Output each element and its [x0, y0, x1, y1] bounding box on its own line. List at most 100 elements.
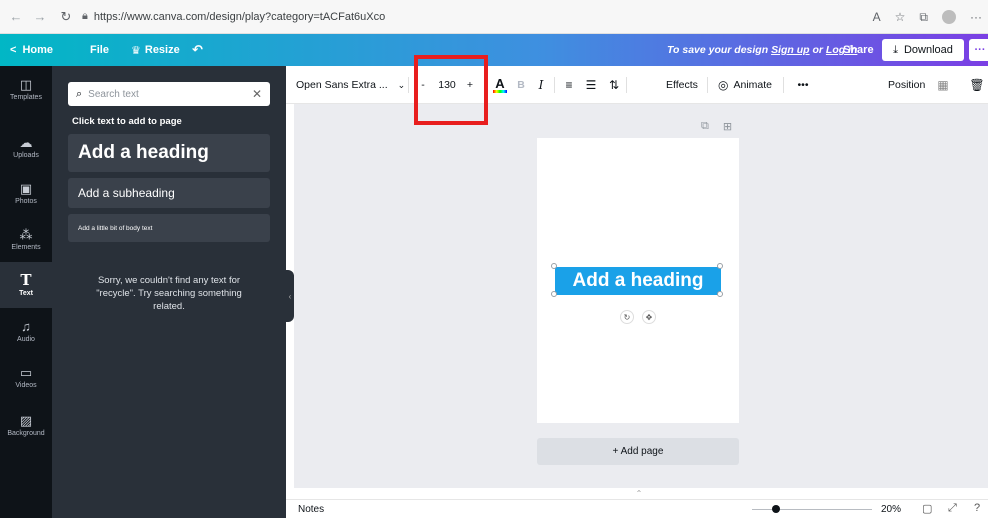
click-text-hint: Click text to add to page — [72, 116, 182, 127]
add-subheading-option[interactable]: Add a subheading — [68, 178, 270, 208]
rail-item-uploads[interactable]: ☁ Uploads — [0, 124, 52, 170]
text-icon: T — [20, 270, 32, 289]
align-center-icon[interactable]: ≡ — [562, 66, 576, 104]
side-navigation-rail: ◫ Templates ☁ Uploads ▣ Photos ⁂ Element… — [0, 66, 52, 518]
resize-button[interactable]: ♛ Resize — [131, 34, 180, 66]
add-body-text-option[interactable]: Add a little bit of body text — [68, 214, 270, 242]
resize-handle-tl[interactable] — [551, 263, 557, 269]
collections-icon[interactable]: ⧉ — [919, 10, 928, 25]
signup-link[interactable]: Sign up — [771, 44, 810, 56]
rail-item-background[interactable]: ▨ Background — [0, 402, 52, 448]
move-icon[interactable]: ✥ — [642, 310, 656, 324]
read-aloud-icon[interactable]: A — [873, 10, 881, 24]
url-text: https://www.canva.com/design/play?catego… — [93, 10, 386, 23]
rail-item-audio[interactable]: ♫ Audio — [0, 308, 52, 354]
save-prefix: To save your design — [667, 44, 769, 56]
rail-label: Photos — [15, 197, 37, 205]
clear-search-icon[interactable]: ✕ — [252, 87, 262, 101]
photos-icon: ▣ — [19, 180, 33, 196]
rail-label: Text — [19, 289, 33, 297]
browser-menu-icon[interactable]: ··· — [970, 10, 982, 24]
lock-icon: 🔒︎ — [82, 10, 88, 22]
file-menu-button[interactable]: File — [90, 34, 109, 66]
reload-icon[interactable]: ↻ — [56, 7, 76, 27]
file-label: File — [90, 44, 109, 56]
duplicate-page-icon[interactable]: ⧉ — [701, 120, 709, 133]
animate-label: Animate — [733, 79, 773, 91]
effects-button[interactable]: Effects — [666, 66, 698, 104]
add-page-button[interactable]: + Add page — [537, 438, 739, 465]
spacing-icon[interactable]: ⇅ — [607, 66, 621, 104]
rail-label: Videos — [15, 381, 37, 389]
text-color-button[interactable]: A — [492, 66, 508, 104]
rail-item-photos[interactable]: ▣ Photos — [0, 170, 52, 216]
rail-label: Templates — [10, 93, 42, 101]
zoom-slider[interactable] — [752, 505, 872, 513]
animate-button[interactable]: ◎ Animate — [718, 66, 772, 104]
share-button[interactable]: Share — [837, 40, 880, 60]
list-icon[interactable]: ☰ — [584, 66, 598, 104]
rail-item-text[interactable]: T Text — [0, 262, 52, 308]
back-arrow-icon[interactable]: ← — [6, 7, 26, 27]
toolbar-divider — [626, 77, 627, 93]
home-label: Home — [22, 44, 53, 56]
save-prompt: To save your design Sign up or Log in — [667, 34, 857, 66]
font-name: Open Sans Extra ... — [296, 79, 388, 91]
rotate-icon[interactable]: ↻ — [620, 310, 634, 324]
browser-actions: A ☆ ⧉ ··· — [873, 0, 988, 34]
videos-icon: ▭ — [19, 364, 33, 380]
trash-icon[interactable]: 🗑︎ — [969, 66, 984, 104]
fullscreen-icon[interactable]: ⤢ — [948, 502, 957, 515]
add-heading-option[interactable]: Add a heading — [68, 134, 270, 172]
zoom-value[interactable]: 20% — [881, 504, 901, 515]
address-bar[interactable]: 🔒︎ https://www.canva.com/design/play?cat… — [82, 5, 385, 29]
zoom-slider-knob[interactable] — [772, 505, 780, 513]
search-icon: ⌕ — [76, 87, 83, 100]
resize-handle-bl[interactable] — [551, 291, 557, 297]
browser-toolbar: ← → ↻ 🔒︎ https://www.canva.com/design/pl… — [0, 0, 988, 34]
search-text-field[interactable]: ⌕ Search text ✕ — [68, 82, 270, 106]
highlight-annotation — [414, 55, 488, 125]
search-placeholder: Search text — [88, 88, 139, 100]
undo-icon: ↶ — [192, 42, 203, 57]
rail-item-videos[interactable]: ▭ Videos — [0, 354, 52, 400]
resize-label: Resize — [144, 44, 180, 56]
position-button[interactable]: Position — [888, 66, 925, 104]
toolbar-more-button[interactable]: ••• — [794, 66, 812, 104]
rail-item-templates[interactable]: ◫ Templates — [0, 66, 52, 112]
bold-button[interactable]: B — [514, 66, 528, 104]
collapse-panel-handle[interactable]: ‹ — [286, 270, 294, 322]
favorites-icon[interactable]: ☆ — [895, 10, 906, 24]
rail-label: Audio — [17, 335, 35, 343]
download-icon: ⤓ — [893, 43, 898, 56]
page-tools: ⧉ ⊞ — [701, 120, 732, 133]
chevron-left-icon: < — [10, 44, 17, 56]
rail-label: Background — [7, 429, 45, 437]
more-options-button[interactable]: ··· — [969, 39, 988, 61]
rail-label: Uploads — [13, 151, 39, 159]
transparency-icon[interactable]: ▦ — [936, 66, 950, 104]
selected-heading-text[interactable]: Add a heading — [555, 267, 721, 295]
italic-button[interactable]: I — [535, 66, 547, 104]
toolbar-divider — [408, 77, 409, 93]
help-icon[interactable]: ? — [974, 502, 980, 514]
text-color-icon: A — [495, 75, 505, 91]
download-button[interactable]: ⤓ Download — [882, 39, 964, 61]
page-count-icon[interactable]: ▢ — [922, 502, 932, 515]
chevron-up-icon[interactable]: ⌃ — [622, 489, 656, 499]
home-button[interactable]: < Home — [10, 34, 53, 66]
resize-handle-br[interactable] — [717, 291, 723, 297]
font-family-dropdown[interactable]: Open Sans Extra ... ⌄ — [296, 66, 405, 104]
rail-item-elements[interactable]: ⁂ Elements — [0, 216, 52, 262]
resize-handle-tr[interactable] — [717, 263, 723, 269]
undo-button[interactable]: ↶ — [192, 34, 203, 66]
background-icon: ▨ — [19, 412, 33, 428]
resize-icon: ♛ — [131, 44, 141, 57]
toolbar-divider — [707, 77, 708, 93]
profile-avatar[interactable] — [942, 10, 956, 24]
forward-arrow-icon[interactable]: → — [30, 7, 50, 27]
notes-button[interactable]: Notes — [298, 504, 324, 515]
toolbar-divider — [554, 77, 555, 93]
color-swatch — [493, 89, 507, 93]
add-page-icon[interactable]: ⊞ — [723, 120, 732, 133]
